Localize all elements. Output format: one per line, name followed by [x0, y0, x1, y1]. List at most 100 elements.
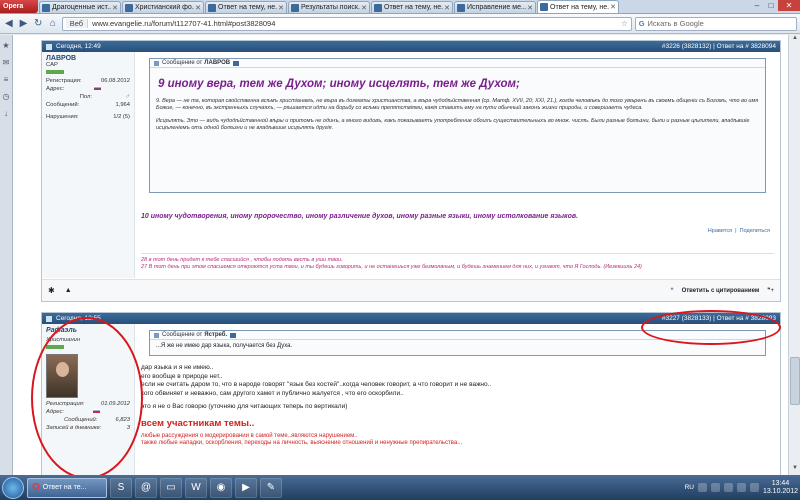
post-footer: ✱ ▲ ❝ Ответить с цитированием ❞+	[42, 279, 780, 301]
post-text-line: кого обвиняет и неважно, сам другого хам…	[141, 389, 404, 397]
google-icon: G	[638, 19, 645, 28]
vertical-scrollbar[interactable]: ▲ ▼	[788, 35, 800, 475]
tab-favicon-icon	[457, 3, 465, 12]
folder-icon[interactable]: ▭	[160, 477, 182, 498]
forum-post-1: Сегодня, 12:49 #3226 (3828132) | Ответ н…	[41, 40, 781, 302]
mail-icon[interactable]: ✉	[2, 58, 11, 67]
view-post-icon[interactable]	[230, 332, 237, 338]
tray-icon[interactable]	[710, 483, 720, 492]
share-link[interactable]: Поделиться	[740, 228, 770, 234]
user-status: CAP	[46, 62, 58, 68]
paint-icon[interactable]: ✎	[260, 477, 282, 498]
home-icon[interactable]: ⌂	[47, 17, 59, 30]
scroll-up-icon[interactable]: ▲	[789, 35, 800, 45]
media-player-icon[interactable]: ▶	[235, 477, 257, 498]
opera-menu-button[interactable]: Opera	[0, 0, 38, 13]
footer-actions: ❝ Ответить с цитированием ❞+	[670, 287, 774, 295]
tab-0[interactable]: Драгоценные ист... ✕	[39, 1, 121, 13]
bookmark-star-icon[interactable]: ☆	[621, 19, 628, 28]
address-label: Адрес:	[46, 409, 64, 415]
diary-value: 3	[126, 425, 130, 431]
tab-close-icon[interactable]: ✕	[610, 3, 616, 11]
network-icon[interactable]	[736, 483, 746, 492]
tab-3[interactable]: Результаты поиск... ✕	[288, 1, 370, 13]
like-link[interactable]: Нравится	[708, 228, 732, 234]
firefox-icon[interactable]: ◉	[210, 477, 232, 498]
windows-taskbar: O Ответ на те... S @ ▭ W ◉ ▶ ✎ RU 13:44 …	[0, 475, 800, 500]
forward-arrow-icon[interactable]: ▶	[18, 17, 30, 30]
diary-row: Записей в дневнике: 3	[46, 425, 130, 431]
tab-1[interactable]: Христианский фо... ✕	[122, 1, 204, 13]
close-window-icon[interactable]: ✕	[778, 0, 800, 11]
moderator-heading: всем участникам темы..	[141, 417, 255, 429]
scroll-thumb[interactable]	[790, 357, 800, 405]
username-link[interactable]: Рафаэль	[46, 327, 130, 334]
word-icon[interactable]: W	[185, 477, 207, 498]
post-number-link[interactable]: #3227 (3828133) | Ответ на # 3828093	[662, 315, 776, 322]
tab-2[interactable]: Ответ на тему, не... ✕	[205, 1, 287, 13]
post-text-line: это я не о Вас говорю (уточняю для читаю…	[141, 403, 348, 410]
back-arrow-icon[interactable]: ◀	[3, 17, 15, 30]
flag-icon	[93, 86, 101, 90]
star-icon[interactable]: ✱	[48, 286, 55, 295]
reg-value: 01.09.2012	[100, 401, 130, 407]
tab-close-icon[interactable]: ✕	[361, 4, 367, 12]
reg-value: 06.08.2012	[100, 78, 130, 84]
reload-icon[interactable]: ↻	[32, 17, 44, 30]
taskbar-active-label: Ответ на те...	[42, 484, 87, 491]
tab-close-icon[interactable]: ✕	[444, 4, 450, 12]
tab-title: Драгоценные ист...	[52, 4, 112, 11]
tab-title: Ответ на тему, не...	[384, 4, 444, 11]
bookmarks-icon[interactable]: ★	[2, 41, 11, 50]
warning-icon[interactable]: ▲	[65, 287, 72, 294]
page-content: Сегодня, 12:49 #3226 (3828132) | Ответ н…	[13, 35, 788, 475]
user-avatar[interactable]	[46, 354, 78, 398]
tab-4[interactable]: Ответ на тему, не... ✕	[371, 1, 453, 13]
scroll-down-icon[interactable]: ▼	[789, 465, 800, 475]
tab-5[interactable]: Исправление ме... ✕	[454, 1, 536, 13]
tab-title: Ответ на тему, не...	[218, 4, 278, 11]
search-placeholder: Искать в Google	[647, 19, 704, 28]
diary-label: Записей в дневнике:	[46, 425, 102, 431]
search-field[interactable]: G Искать в Google	[634, 16, 798, 31]
tab-title: Исправление ме...	[467, 4, 527, 11]
reply-quote-icon: ❝	[670, 288, 674, 294]
post-number-link[interactable]: #3226 (3828132) | Ответ на # 3828094	[662, 43, 776, 50]
messages-row: Сообщений: 6,823	[46, 417, 130, 423]
post-message: Сообщение от Ястреб. ...Я же не имею дар…	[135, 324, 780, 475]
email-icon[interactable]: @	[135, 477, 157, 498]
taskbar-opera-button[interactable]: O Ответ на те...	[27, 477, 107, 498]
reply-with-quote-button[interactable]: Ответить с цитированием	[682, 288, 760, 294]
language-indicator[interactable]: RU	[685, 484, 694, 491]
reg-label: Регистрация:	[46, 78, 82, 84]
url-field[interactable]: Веб www.evangelie.ru/forum/t112707-41.ht…	[61, 16, 632, 31]
quote-block: Сообщение от ЛАВРОВ 9 иному вера, тем же…	[149, 58, 766, 193]
view-post-icon[interactable]	[233, 60, 240, 66]
post-body: Рафаэль Христианин Регистрация: 01.09.201…	[42, 324, 780, 475]
tab-close-icon[interactable]: ✕	[112, 4, 118, 12]
tab-favicon-icon	[42, 3, 50, 12]
notes-icon[interactable]: ≡	[2, 75, 11, 84]
username-link[interactable]: ЛАВРОВ	[46, 55, 130, 62]
quote-label: Сообщение от	[162, 60, 203, 66]
skype-icon[interactable]: S	[110, 477, 132, 498]
tab-close-icon[interactable]: ✕	[278, 4, 284, 12]
quote-block: Сообщение от Ястреб. ...Я же не имею дар…	[149, 330, 766, 356]
tray-icon[interactable]	[723, 483, 733, 492]
address-row: Адрес:	[46, 409, 130, 415]
flag-icon	[93, 409, 101, 413]
downloads-icon[interactable]: ↓	[2, 109, 11, 118]
clock[interactable]: 13:44 13.10.2012	[763, 480, 798, 496]
tab-6-active[interactable]: Ответ на тему, не... ✕	[537, 0, 619, 13]
multi-quote-icon[interactable]: ❞+	[767, 287, 774, 294]
tray-icon[interactable]	[697, 483, 707, 492]
tab-close-icon[interactable]: ✕	[527, 4, 533, 12]
volume-icon[interactable]	[749, 483, 759, 492]
minimize-icon[interactable]: –	[750, 0, 764, 11]
forum-post-2: Сегодня, 12:55 #3227 (3828133) | Ответ н…	[41, 312, 781, 475]
history-icon[interactable]: ◷	[2, 92, 11, 101]
start-button[interactable]	[2, 476, 24, 499]
system-tray: RU 13:44 13.10.2012	[685, 480, 798, 496]
tab-close-icon[interactable]: ✕	[195, 4, 201, 12]
maximize-icon[interactable]: □	[764, 0, 778, 11]
